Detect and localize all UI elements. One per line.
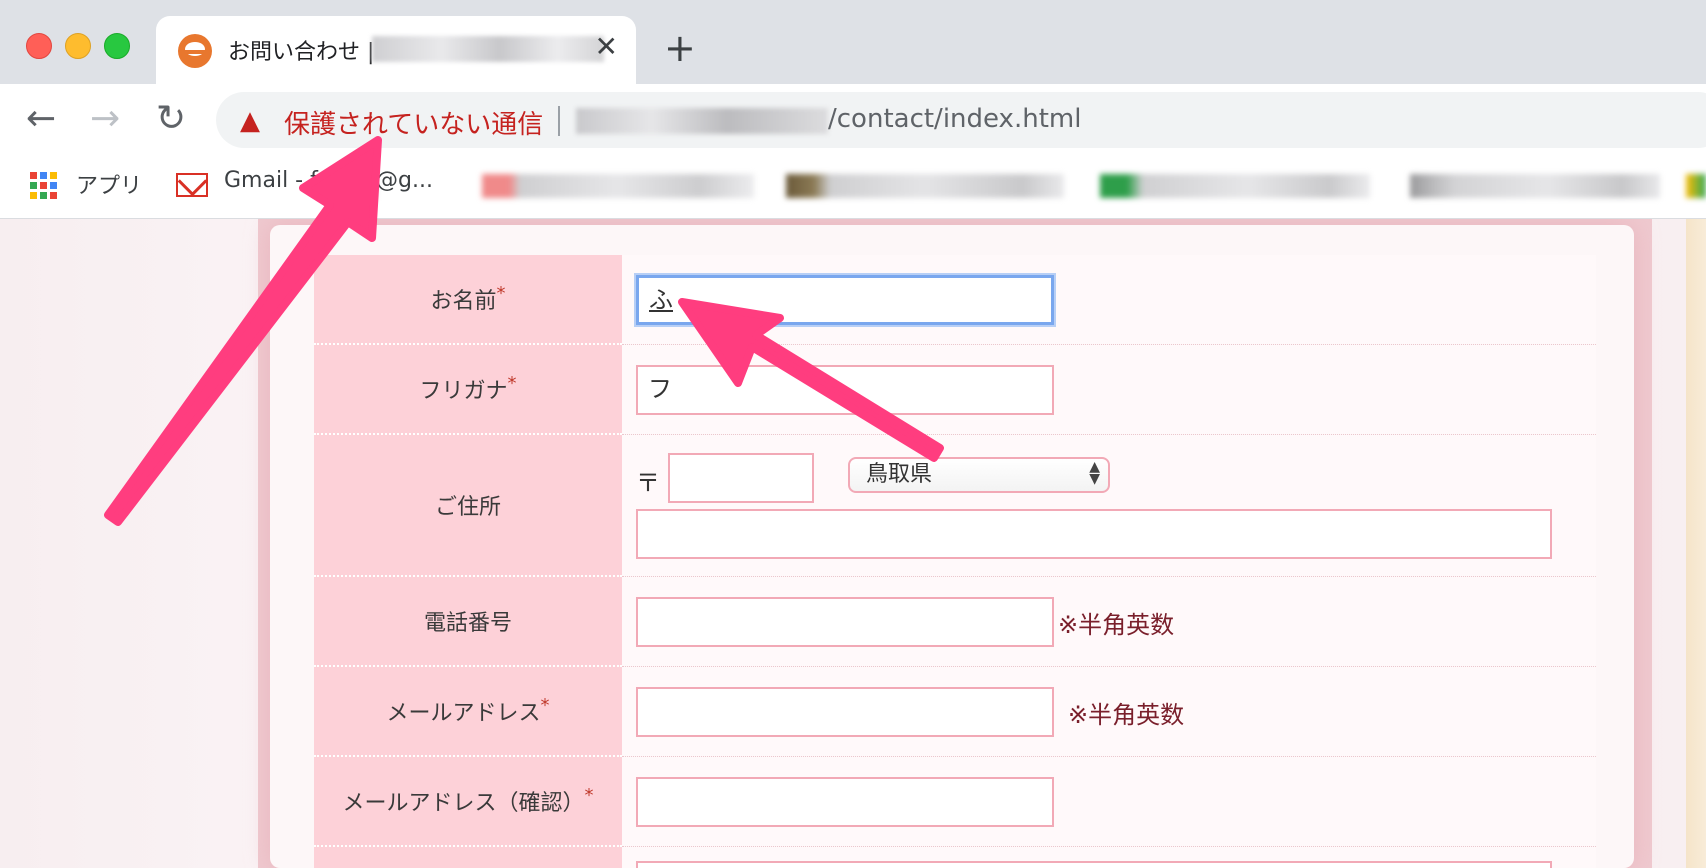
form-row-address: ご住所 〒 鳥取県 ▲ ▼ bbox=[314, 434, 1596, 577]
address-bar[interactable]: ▲ 保護されていない通信 /contact/index.html bbox=[216, 92, 1706, 148]
bookmark-redacted-1[interactable] bbox=[482, 174, 754, 198]
phone-label: 電話番号 bbox=[314, 576, 622, 667]
form-row-name: お名前* ふ bbox=[314, 255, 1596, 345]
email-confirm-input[interactable] bbox=[636, 776, 1054, 827]
prefecture-value: 鳥取県 bbox=[866, 461, 933, 487]
browser-tab-strip: お問い合わせ | ✕ + bbox=[0, 0, 1706, 84]
apps-grid-dot bbox=[40, 172, 47, 179]
apps-grid-dot bbox=[50, 192, 57, 199]
page-content: お名前* ふ フリガナ* フ ご住所 〒 鳥取県 ▲ ▼ 電話番号 ※半角英数 … bbox=[0, 219, 1706, 868]
warning-icon[interactable]: ▲ bbox=[240, 106, 260, 136]
prefecture-select[interactable]: 鳥取県 ▲ ▼ bbox=[848, 456, 1110, 493]
bookmarks-bar: アプリ Gmail - f @g... bbox=[0, 156, 1706, 219]
select-arrows-icon: ▲ ▼ bbox=[1089, 458, 1100, 487]
required-mark: * bbox=[507, 373, 517, 394]
apps-grid-dot bbox=[40, 192, 47, 199]
apps-grid-dot bbox=[50, 172, 57, 179]
name-label: お名前* bbox=[314, 255, 622, 345]
bookmark-gmail-suffix[interactable]: @g... bbox=[376, 168, 433, 193]
furigana-label-text: フリガナ bbox=[419, 379, 508, 404]
maximize-window-button[interactable] bbox=[104, 33, 130, 59]
security-status-text[interactable]: 保護されていない通信 bbox=[284, 104, 543, 141]
apps-grid-dot bbox=[30, 182, 37, 189]
furigana-cell: フ bbox=[622, 344, 1596, 435]
phone-input[interactable] bbox=[636, 596, 1054, 647]
url-domain-redacted bbox=[576, 108, 828, 134]
phone-note: ※半角英数 bbox=[1058, 610, 1175, 639]
close-window-button[interactable] bbox=[26, 33, 52, 59]
name-label-text: お名前 bbox=[430, 289, 497, 314]
apps-grid-dot bbox=[30, 172, 37, 179]
furigana-label: フリガナ* bbox=[314, 344, 622, 435]
name-input[interactable]: ふ bbox=[636, 275, 1054, 325]
phone-label-text: 電話番号 bbox=[423, 611, 512, 636]
bookmark-redacted-5[interactable] bbox=[1686, 174, 1706, 198]
next-input[interactable] bbox=[636, 860, 1552, 868]
email-label-text: メールアドレス bbox=[386, 701, 541, 726]
forward-button[interactable]: → bbox=[90, 98, 120, 139]
phone-cell: ※半角英数 bbox=[622, 576, 1596, 667]
required-mark: * bbox=[496, 283, 506, 304]
bookmark-gmail-redacted bbox=[330, 174, 376, 198]
minimize-window-button[interactable] bbox=[65, 33, 91, 59]
address-bar-divider bbox=[558, 106, 560, 136]
right-decoration bbox=[1686, 219, 1706, 868]
email-cell: ※半角英数 bbox=[622, 666, 1596, 757]
postal-mark: 〒 bbox=[636, 468, 660, 497]
address-input[interactable] bbox=[636, 508, 1552, 559]
name-cell: ふ bbox=[622, 255, 1596, 345]
apps-grid-dot bbox=[40, 182, 47, 189]
apps-grid-dot bbox=[50, 182, 57, 189]
contact-form: お名前* ふ フリガナ* フ ご住所 〒 鳥取県 ▲ ▼ 電話番号 ※半角英数 … bbox=[314, 255, 1596, 868]
tab-close-icon[interactable]: ✕ bbox=[595, 30, 618, 63]
gmail-icon[interactable] bbox=[176, 173, 208, 197]
form-row-email: メールアドレス* ※半角英数 bbox=[314, 666, 1596, 757]
next-cell bbox=[622, 846, 1596, 868]
email-confirm-cell bbox=[622, 756, 1596, 847]
required-mark: * bbox=[584, 785, 594, 806]
address-cell: 〒 鳥取県 ▲ ▼ bbox=[622, 434, 1596, 577]
email-label: メールアドレス* bbox=[314, 666, 622, 757]
bookmark-redacted-4[interactable] bbox=[1410, 174, 1660, 198]
postal-code-input[interactable] bbox=[668, 452, 814, 503]
form-row-phone: 電話番号 ※半角英数 bbox=[314, 576, 1596, 667]
form-row-furigana: フリガナ* フ bbox=[314, 344, 1596, 435]
form-row-next bbox=[314, 846, 1596, 868]
tab-title-redacted bbox=[372, 36, 604, 62]
apps-grid-icon[interactable] bbox=[30, 172, 57, 199]
browser-tab[interactable]: お問い合わせ | ✕ bbox=[156, 16, 636, 84]
bookmark-apps[interactable]: アプリ bbox=[76, 168, 142, 200]
url-path[interactable]: /contact/index.html bbox=[828, 104, 1081, 134]
furigana-input[interactable]: フ bbox=[636, 364, 1054, 415]
next-label bbox=[314, 846, 622, 868]
address-label: ご住所 bbox=[314, 434, 622, 577]
apps-grid-dot bbox=[30, 192, 37, 199]
address-label-text: ご住所 bbox=[434, 495, 501, 520]
bookmark-redacted-2[interactable] bbox=[786, 174, 1064, 198]
email-confirm-label: メールアドレス（確認）* bbox=[314, 756, 622, 847]
email-note: ※半角英数 bbox=[1068, 700, 1185, 729]
back-button[interactable]: ← bbox=[26, 98, 56, 139]
tab-title: お問い合わせ | bbox=[228, 40, 375, 65]
site-favicon-icon bbox=[178, 34, 212, 68]
bookmark-gmail[interactable]: Gmail - f bbox=[224, 168, 318, 193]
new-tab-button[interactable]: + bbox=[664, 26, 696, 70]
form-row-email-confirm: メールアドレス（確認）* bbox=[314, 756, 1596, 847]
required-mark: * bbox=[540, 695, 550, 716]
reload-button[interactable]: ↻ bbox=[156, 98, 186, 139]
browser-toolbar: ← → ↻ ▲ 保護されていない通信 /contact/index.html bbox=[0, 84, 1706, 156]
email-input[interactable] bbox=[636, 686, 1054, 737]
email-confirm-label-text: メールアドレス（確認） bbox=[342, 791, 585, 816]
bookmark-redacted-3[interactable] bbox=[1100, 174, 1370, 198]
